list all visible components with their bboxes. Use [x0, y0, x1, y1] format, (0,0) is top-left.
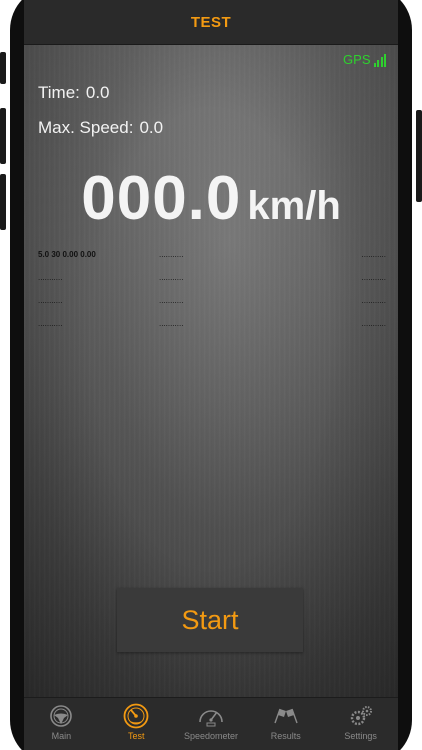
split-cell: ........... [159, 250, 184, 259]
device: TEST GPS Time: 0.0 Max. Speed: 0.0 000.0… [0, 0, 422, 750]
page-title: TEST [190, 13, 232, 31]
gps-indicator: GPS [343, 53, 386, 67]
gears-icon [347, 703, 375, 729]
split-cell: ........... [159, 296, 184, 305]
speedometer-icon [197, 703, 225, 729]
volume-up-button [0, 108, 6, 164]
tab-main[interactable]: Main [24, 698, 99, 750]
test-panel: GPS Time: 0.0 Max. Speed: 0.0 000.0km/h [24, 45, 398, 697]
navigation-bar: TEST [24, 0, 398, 45]
split-cell: 5.0 30 0.00 0.00 [38, 250, 96, 259]
tab-speedometer[interactable]: Speedometer [174, 698, 249, 750]
split-cell: ........... [361, 296, 386, 305]
max-speed-stat: Max. Speed: 0.0 [38, 118, 163, 138]
tab-label: Speedometer [183, 731, 239, 741]
time-label: Time: [38, 83, 80, 102]
max-speed-label: Max. Speed: [38, 118, 134, 137]
split-cell: ........... [38, 319, 63, 328]
split-table: 5.0 30 0.00 0.00 ........... ...........… [38, 248, 386, 340]
time-value: 0.0 [85, 83, 110, 102]
split-cell: ........... [361, 273, 386, 282]
split-cell: ........... [361, 319, 386, 328]
speed-gauge-icon [122, 703, 150, 729]
speed-display: 000.0 km/h [24, 163, 398, 234]
power-button [416, 110, 422, 202]
tab-label: Test [127, 731, 145, 741]
screen: TEST GPS Time: 0.0 Max. Speed: 0.0 000.0… [24, 0, 398, 750]
split-cell: ........... [159, 273, 184, 282]
time-stat: Time: 0.0 [38, 83, 110, 103]
speed-unit: km/h [247, 184, 341, 228]
tab-label: Main [51, 731, 72, 741]
tab-results[interactable]: Results [248, 698, 323, 750]
table-row: ........... ........... ........... [38, 294, 386, 317]
max-speed-value: 0.0 [139, 118, 164, 137]
gps-label: GPS [343, 52, 371, 67]
signal-bars-icon [373, 54, 386, 67]
table-row: 5.0 30 0.00 0.00 ........... ........... [38, 248, 386, 271]
split-cell: ........... [361, 250, 386, 259]
split-cell: ........... [159, 319, 184, 328]
tab-bar: Main Test Speedometer Results Settings [24, 697, 398, 750]
table-row: ........... ........... ........... [38, 271, 386, 294]
speed-value: 000.0 [81, 164, 242, 233]
tab-label: Settings [344, 731, 377, 741]
tab-label: Results [270, 731, 301, 741]
checkered-flags-icon [272, 703, 300, 729]
steering-wheel-icon [47, 703, 75, 729]
start-button[interactable]: Start [117, 588, 303, 652]
tab-settings[interactable]: Settings [323, 698, 398, 750]
table-row: ........... ........... ........... [38, 317, 386, 340]
mute-switch [0, 52, 6, 84]
tab-test[interactable]: Test [99, 698, 174, 750]
split-cell: ........... [38, 273, 63, 282]
volume-down-button [0, 174, 6, 230]
split-cell: ........... [38, 296, 63, 305]
